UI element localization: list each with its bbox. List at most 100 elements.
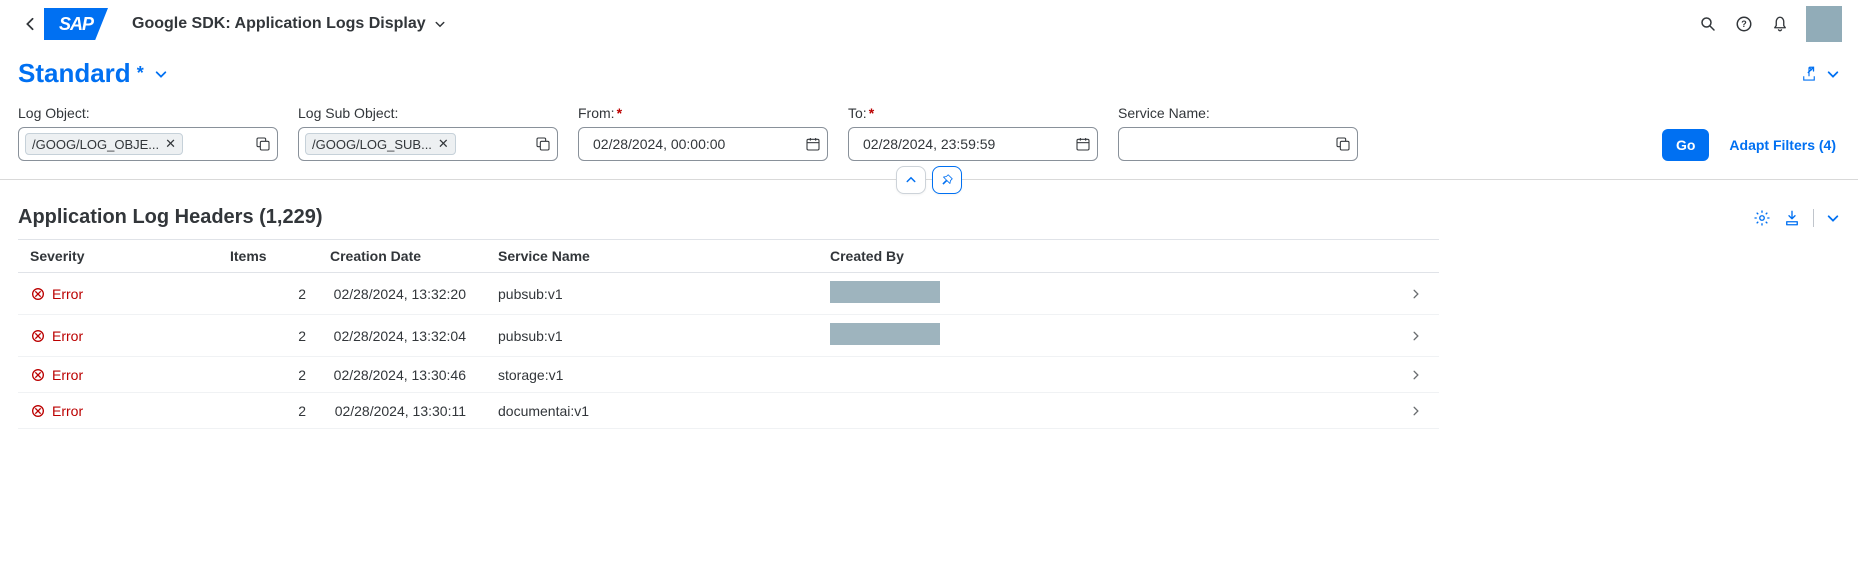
- calendar-icon[interactable]: [1075, 136, 1091, 152]
- col-created-by[interactable]: Created By: [818, 240, 1399, 273]
- redacted-block: [830, 323, 940, 345]
- service-name-input[interactable]: [1118, 127, 1358, 161]
- page-header: Standard *: [0, 48, 1858, 95]
- filter-label: To:*: [848, 105, 1098, 121]
- cell-created-by: [818, 393, 1399, 429]
- chevron-down-icon: [434, 18, 446, 30]
- cell-creation-date: 02/28/2024, 13:32:04: [318, 315, 478, 357]
- calendar-icon[interactable]: [805, 136, 821, 152]
- table-row[interactable]: Error 202/28/2024, 13:32:20pubsub:v1: [18, 273, 1439, 315]
- table-header: Application Log Headers (1,229): [18, 202, 1840, 239]
- table-row[interactable]: Error 202/28/2024, 13:30:46storage:v1: [18, 357, 1439, 393]
- filter-log-object: Log Object: /GOOG/LOG_OBJE... ✕: [18, 105, 278, 161]
- severity-error: Error: [30, 367, 206, 383]
- value-help-icon[interactable]: [535, 136, 551, 152]
- variant-selector[interactable]: Standard *: [18, 58, 168, 89]
- to-date-value: 02/28/2024, 23:59:59: [855, 136, 1069, 152]
- cell-items: 2: [218, 273, 318, 315]
- cell-created-by: [818, 315, 1399, 357]
- token-text: /GOOG/LOG_OBJE...: [32, 137, 159, 152]
- token-text: /GOOG/LOG_SUB...: [312, 137, 432, 152]
- filter-bar: Log Object: /GOOG/LOG_OBJE... ✕ Log Sub …: [0, 95, 1858, 180]
- filter-label: Log Sub Object:: [298, 105, 558, 121]
- error-icon: [30, 367, 46, 383]
- table-section: Application Log Headers (1,229) Severity…: [0, 180, 1858, 429]
- chevron-down-icon[interactable]: [1826, 211, 1840, 225]
- chevron-down-icon[interactable]: [1826, 67, 1840, 81]
- cell-creation-date: 02/28/2024, 13:32:20: [318, 273, 478, 315]
- row-nav-icon[interactable]: [1399, 393, 1439, 429]
- required-indicator: *: [617, 105, 622, 121]
- severity-text: Error: [52, 403, 83, 419]
- required-indicator: *: [869, 105, 874, 121]
- error-icon: [30, 403, 46, 419]
- sap-logo: SAP: [44, 8, 108, 40]
- token-remove-icon[interactable]: ✕: [438, 136, 449, 152]
- filter-label: Service Name:: [1118, 105, 1358, 121]
- filter-token: /GOOG/LOG_SUB... ✕: [305, 133, 456, 155]
- filter-bar-handles: [896, 166, 962, 194]
- token-remove-icon[interactable]: ✕: [165, 136, 176, 152]
- variant-modified-indicator: *: [137, 63, 144, 84]
- collapse-filter-bar-button[interactable]: [896, 166, 926, 194]
- row-nav-icon[interactable]: [1399, 273, 1439, 315]
- cell-service-name: documentai:v1: [478, 393, 818, 429]
- col-service-name[interactable]: Service Name: [478, 240, 818, 273]
- app-title-dropdown[interactable]: Google SDK: Application Logs Display: [132, 15, 446, 33]
- avatar[interactable]: [1806, 6, 1842, 42]
- row-nav-icon[interactable]: [1399, 357, 1439, 393]
- from-date-input[interactable]: 02/28/2024, 00:00:00: [578, 127, 828, 161]
- log-sub-object-input[interactable]: /GOOG/LOG_SUB... ✕: [298, 127, 558, 161]
- table-header-row: Severity Items Creation Date Service Nam…: [18, 240, 1439, 273]
- table-title: Application Log Headers (1,229): [18, 206, 323, 229]
- notification-icon[interactable]: [1762, 6, 1798, 42]
- value-help-icon[interactable]: [1335, 136, 1351, 152]
- filter-label: Log Object:: [18, 105, 278, 121]
- cell-created-by: [818, 273, 1399, 315]
- variant-title-text: Standard: [18, 58, 131, 89]
- export-icon[interactable]: [1783, 209, 1801, 227]
- go-button[interactable]: Go: [1662, 129, 1709, 161]
- col-creation-date[interactable]: Creation Date: [318, 240, 478, 273]
- severity-text: Error: [52, 328, 83, 344]
- adapt-filters-link[interactable]: Adapt Filters (4): [1725, 137, 1840, 153]
- help-icon[interactable]: ?: [1726, 6, 1762, 42]
- filter-to: To:* 02/28/2024, 23:59:59: [848, 105, 1098, 161]
- share-actions: [1800, 65, 1840, 83]
- table-row[interactable]: Error 202/28/2024, 13:30:11documentai:v1: [18, 393, 1439, 429]
- share-icon[interactable]: [1800, 65, 1818, 83]
- filter-actions: Go Adapt Filters (4): [1662, 129, 1840, 161]
- cell-created-by: [818, 357, 1399, 393]
- row-nav-icon[interactable]: [1399, 315, 1439, 357]
- severity-error: Error: [30, 286, 206, 302]
- table-toolbar: [1753, 209, 1840, 227]
- filter-label: From:*: [578, 105, 828, 121]
- col-nav: [1399, 240, 1439, 273]
- error-icon: [30, 328, 46, 344]
- col-severity[interactable]: Severity: [18, 240, 218, 273]
- cell-creation-date: 02/28/2024, 13:30:46: [318, 357, 478, 393]
- chevron-down-icon: [154, 67, 168, 81]
- log-object-input[interactable]: /GOOG/LOG_OBJE... ✕: [18, 127, 278, 161]
- value-help-icon[interactable]: [255, 136, 271, 152]
- redacted-block: [830, 281, 940, 303]
- filter-token: /GOOG/LOG_OBJE... ✕: [25, 133, 183, 155]
- divider: [1813, 209, 1814, 227]
- severity-error: Error: [30, 328, 206, 344]
- settings-icon[interactable]: [1753, 209, 1771, 227]
- svg-text:?: ?: [1741, 19, 1747, 29]
- log-table: Severity Items Creation Date Service Nam…: [18, 239, 1439, 429]
- shell-header: SAP Google SDK: Application Logs Display…: [0, 0, 1858, 48]
- table-row[interactable]: Error 202/28/2024, 13:32:04pubsub:v1: [18, 315, 1439, 357]
- cell-service-name: pubsub:v1: [478, 273, 818, 315]
- cell-items: 2: [218, 393, 318, 429]
- col-items[interactable]: Items: [218, 240, 318, 273]
- error-icon: [30, 286, 46, 302]
- back-button[interactable]: [16, 17, 44, 31]
- pin-filter-bar-button[interactable]: [932, 166, 962, 194]
- to-date-input[interactable]: 02/28/2024, 23:59:59: [848, 127, 1098, 161]
- severity-text: Error: [52, 367, 83, 383]
- search-icon[interactable]: [1690, 6, 1726, 42]
- cell-service-name: pubsub:v1: [478, 315, 818, 357]
- severity-text: Error: [52, 286, 83, 302]
